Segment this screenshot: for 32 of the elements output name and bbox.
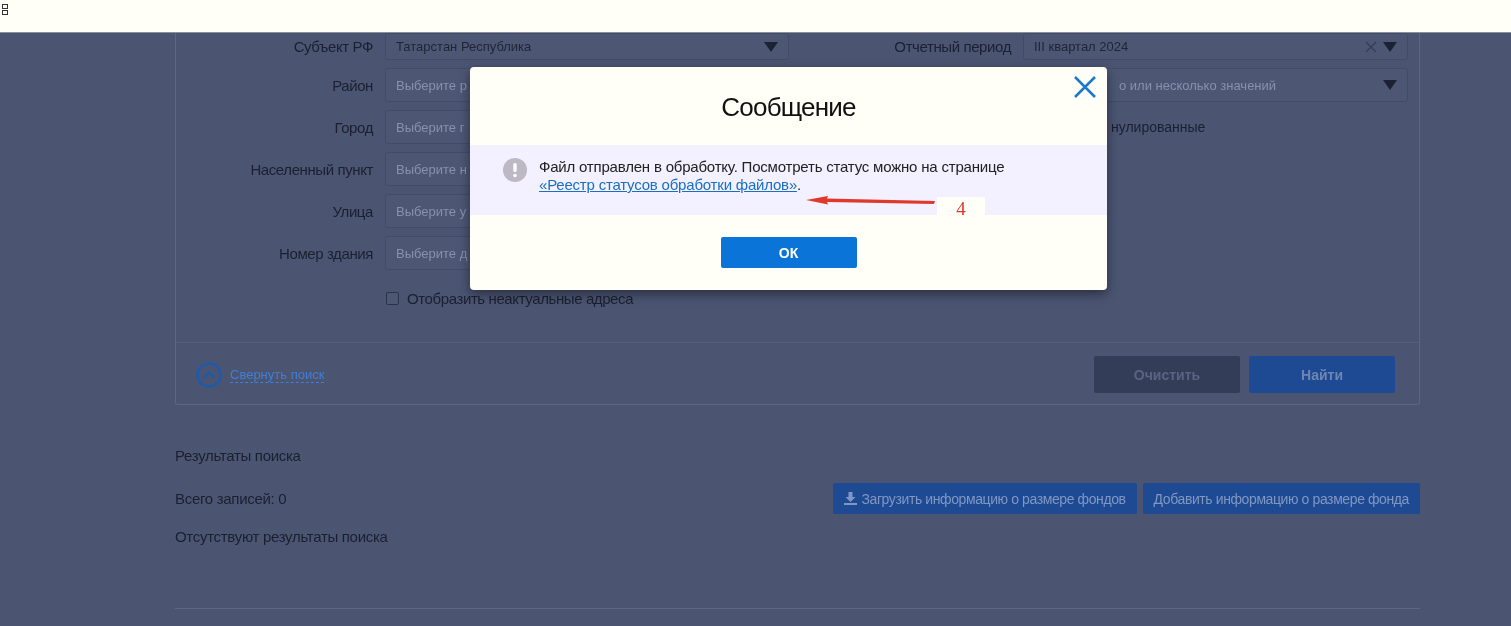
upload-button[interactable]: Загрузить информацию о размере фондов: [833, 483, 1137, 514]
field-label: Улица: [332, 202, 373, 220]
clear-icon[interactable]: [1365, 40, 1377, 53]
field-label: Отчетный период: [894, 38, 1011, 55]
download-icon: [844, 492, 858, 505]
results-title: Результаты поиска: [175, 447, 302, 466]
field-label: Населенный пункт: [250, 160, 373, 178]
dialog-message: Файл отправлен в обработку. Посмотреть статус можно на странице «Реестр статусов обработки файлов».: [539, 158, 1005, 194]
registry-link[interactable]: «Реестр статусов обработки файлов»: [539, 176, 798, 193]
dropdown-arrow-icon: [1383, 80, 1397, 90]
grid-icon[interactable]: [2, 4, 8, 15]
records-count: Всего записей: 0: [175, 490, 287, 507]
dropdown-arrow-icon: [764, 41, 778, 52]
close-button[interactable]: [1073, 75, 1097, 99]
add-button[interactable]: Добавить информацию о размере фонда: [1142, 483, 1420, 514]
field-label: Город: [334, 118, 373, 136]
field-label: Субъект РФ: [293, 38, 373, 55]
dropdown-field[interactable]: III квартал 2024: [1023, 33, 1408, 60]
field-label: Район: [332, 76, 373, 94]
collapse-search-link[interactable]: Свернуть поиск: [230, 366, 325, 383]
checkbox-label: нулированные: [1110, 119, 1207, 135]
ok-button[interactable]: ОК: [720, 237, 857, 268]
dropdown-arrow-icon: [1383, 41, 1397, 52]
dialog-title: Сообщение: [721, 92, 856, 123]
checkbox-label: Отобразить неактуальные адреса: [407, 290, 634, 307]
exclamation-icon: [503, 158, 527, 182]
dropdown-field[interactable]: Татарстан Республика: [385, 33, 789, 60]
field-label: Номер здания: [279, 244, 373, 262]
collapse-icon[interactable]: [196, 361, 222, 388]
checkbox[interactable]: [386, 292, 399, 305]
find-button[interactable]: Найти: [1249, 356, 1395, 393]
empty-results-message: Отсутствуют результаты поиска: [175, 528, 389, 547]
